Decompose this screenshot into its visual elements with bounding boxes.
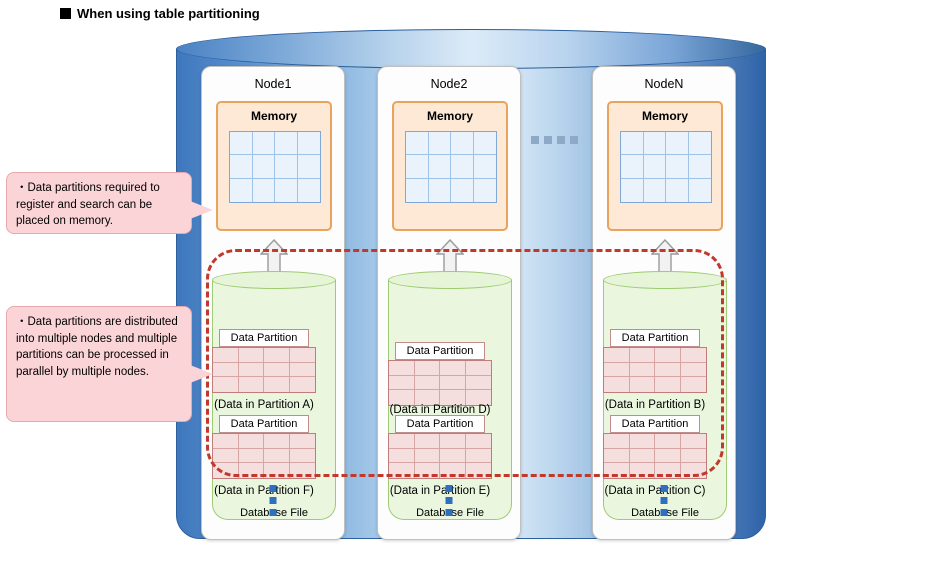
data-partition-label-n-2: Data Partition [610, 415, 700, 433]
cluster-cylinder-top [176, 29, 766, 69]
data-partition-2-2[interactable]: Data Partition (Data in Partition E) [388, 415, 492, 497]
node-panel-1[interactable]: Node1 Memory Database File Data Partitio… [201, 66, 345, 540]
callout-tail-icon-2 [190, 365, 213, 383]
data-partition-1-2[interactable]: Data Partition (Data in Partition F) [212, 415, 316, 497]
data-partition-grid-n-2 [603, 433, 707, 479]
memory-grid-n [620, 131, 712, 203]
data-partition-caption-1-1: (Data in Partition A) [214, 399, 314, 411]
callout-distribution-note: ・Data partitions are distributed into mu… [6, 306, 213, 422]
vertical-ellipsis-icon-2 [445, 485, 453, 521]
vertical-ellipsis-icon-n [660, 485, 668, 521]
memory-grid-1 [229, 131, 321, 203]
callout-memory-note: ・Data partitions required to register an… [6, 172, 213, 234]
memory-box-n: Memory [607, 101, 723, 231]
node-panel-n[interactable]: NodeN Memory Database File Data Partitio… [592, 66, 736, 540]
callout-tail-icon-1 [190, 201, 213, 219]
data-partition-n-2[interactable]: Data Partition (Data in Partition C) [603, 415, 707, 497]
horizontal-ellipsis-icon [531, 136, 578, 144]
memory-box-1: Memory [216, 101, 332, 231]
black-square-bullet-icon [60, 8, 71, 19]
page-title-text: When using table partitioning [77, 6, 260, 21]
page-title: When using table partitioning [60, 6, 260, 21]
callout-distribution-text: ・Data partitions are distributed into mu… [16, 316, 178, 379]
node-title-2: Node2 [430, 77, 468, 91]
data-partition-1-1[interactable]: Data Partition (Data in Partition A) [212, 329, 316, 411]
data-partition-2-1[interactable]: Data Partition (Data in Partition D) [388, 342, 492, 416]
memory-label-1: Memory [250, 109, 297, 123]
data-partition-grid-n-1 [603, 347, 707, 393]
memory-grid-2 [405, 131, 497, 203]
data-partition-caption-2-2: (Data in Partition E) [389, 485, 491, 497]
data-partition-grid-2-1 [388, 360, 492, 406]
data-partition-caption-1-2: (Data in Partition F) [214, 485, 314, 497]
database-file-top-2 [388, 271, 512, 289]
data-partition-label-2-1: Data Partition [395, 342, 485, 360]
data-partition-n-1[interactable]: Data Partition (Data in Partition B) [603, 329, 707, 411]
data-partition-label-2-2: Data Partition [395, 415, 485, 433]
database-file-top-1 [212, 271, 336, 289]
node-title-1: Node1 [254, 77, 292, 91]
callout-memory-text: ・Data partitions required to register an… [16, 182, 160, 228]
data-partition-label-1-1: Data Partition [219, 329, 309, 347]
data-partition-caption-n-1: (Data in Partition B) [604, 399, 706, 411]
memory-label-2: Memory [426, 109, 473, 123]
data-partition-caption-n-2: (Data in Partition C) [604, 485, 706, 497]
node-panel-2[interactable]: Node2 Memory Database File Data Partitio… [377, 66, 521, 540]
memory-box-2: Memory [392, 101, 508, 231]
data-partition-grid-1-2 [212, 433, 316, 479]
data-partition-label-n-1: Data Partition [610, 329, 700, 347]
memory-label-n: Memory [641, 109, 688, 123]
node-title-n: NodeN [644, 77, 684, 91]
data-partition-grid-1-1 [212, 347, 316, 393]
vertical-ellipsis-icon-1 [269, 485, 277, 521]
database-file-top-n [603, 271, 727, 289]
data-partition-label-1-2: Data Partition [219, 415, 309, 433]
data-partition-grid-2-2 [388, 433, 492, 479]
